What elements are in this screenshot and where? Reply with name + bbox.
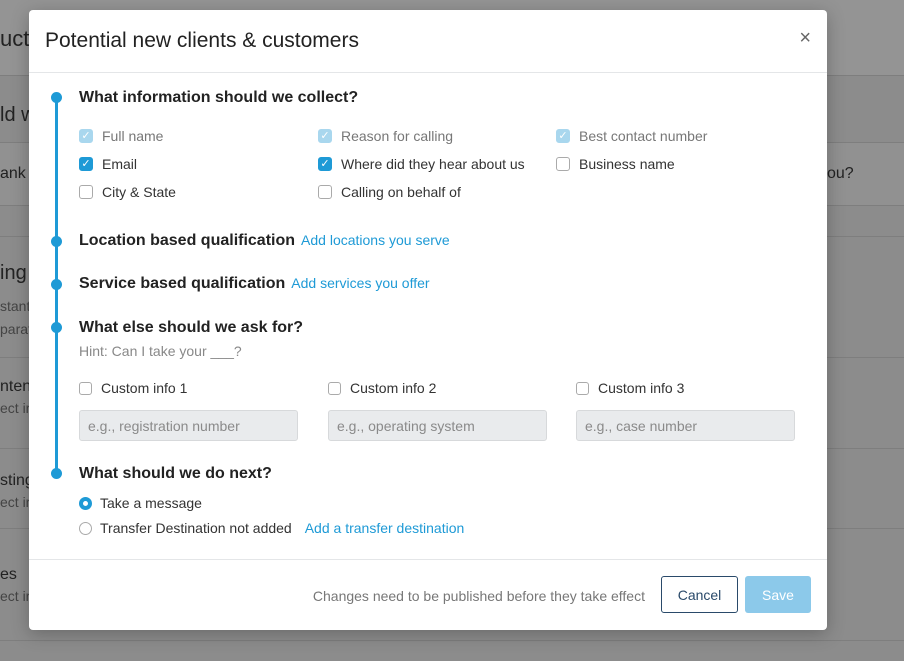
option-take-message[interactable]: Take a message — [79, 495, 202, 511]
bg-fragment: uct — [0, 26, 30, 51]
custom-info-1[interactable]: Custom info 1 — [79, 380, 187, 396]
checkbox-unchecked[interactable] — [576, 381, 589, 395]
section-title-next: What should we do next? — [79, 465, 272, 482]
bg-fragment: ou? — [827, 165, 854, 182]
custom-info-2[interactable]: Custom info 2 — [328, 380, 436, 396]
radio-label: Transfer Destination not added — [100, 520, 292, 536]
timeline-dot — [51, 322, 62, 333]
checkbox-checked[interactable]: ✓ — [318, 157, 332, 171]
section-service: Service based qualification Add services … — [79, 275, 430, 293]
radio-unselected[interactable] — [79, 521, 92, 535]
bg-fragment: ect ir — [0, 400, 31, 416]
section-title-ask: What else should we ask for? — [79, 319, 304, 336]
field-best-contact-number[interactable]: ✓ Best contact number — [556, 128, 707, 144]
timeline-dot — [51, 468, 62, 479]
custom-info-1-input[interactable] — [79, 410, 298, 441]
custom-info-2-input[interactable] — [328, 410, 547, 441]
publish-note: Changes need to be published before they… — [312, 588, 645, 604]
checkbox-label: Reason for calling — [341, 128, 454, 144]
modal-title: Potential new clients & customers — [45, 29, 359, 52]
checkbox-unchecked[interactable] — [79, 185, 93, 199]
checkbox-unchecked[interactable] — [556, 157, 570, 171]
option-transfer[interactable]: Transfer Destination not added Add a tra… — [79, 520, 464, 536]
checkbox-label: Where did they hear about us — [341, 156, 525, 172]
checkbox-unchecked[interactable] — [79, 381, 92, 395]
checkbox-label: Custom info 3 — [598, 380, 685, 396]
radio-label: Take a message — [100, 495, 202, 511]
checkbox-label: Email — [102, 156, 138, 172]
timeline-dot — [51, 236, 62, 247]
hint-text: Hint: Can I take your ___? — [79, 343, 242, 359]
field-full-name[interactable]: ✓ Full name — [79, 128, 163, 144]
section-location: Location based qualification Add location… — [79, 232, 450, 250]
section-title-location: Location based qualification — [79, 232, 296, 249]
bg-fragment: es — [0, 566, 17, 583]
modal-dialog: Potential new clients & customers × What… — [29, 10, 827, 630]
bg-fragment: ing — [0, 262, 27, 284]
field-where-did-they-hear[interactable]: ✓ Where did they hear about us — [318, 156, 525, 172]
radio-selected[interactable] — [79, 496, 92, 510]
field-city-state[interactable]: City & State — [79, 184, 176, 200]
field-calling-on-behalf-of[interactable]: Calling on behalf of — [318, 184, 461, 200]
bg-fragment: ect ir — [0, 494, 31, 510]
close-icon[interactable]: × — [799, 28, 811, 48]
field-business-name[interactable]: Business name — [556, 156, 675, 172]
bg-divider — [0, 640, 904, 641]
bg-fragment: stant — [0, 298, 31, 314]
checkbox-unchecked[interactable] — [328, 381, 341, 395]
checkbox-checked-disabled[interactable]: ✓ — [318, 129, 332, 143]
field-email[interactable]: ✓ Email — [79, 156, 137, 172]
custom-info-3-input[interactable] — [576, 410, 795, 441]
bg-fragment: ect ir — [0, 588, 31, 604]
checkbox-label: Custom info 2 — [350, 380, 437, 396]
checkbox-label: Calling on behalf of — [341, 184, 461, 200]
bg-fragment: parat — [0, 321, 32, 337]
timeline-dot — [51, 279, 62, 290]
section-title-service: Service based qualification — [79, 275, 286, 292]
add-locations-link[interactable]: Add locations you serve — [301, 232, 450, 248]
custom-info-3[interactable]: Custom info 3 — [576, 380, 684, 396]
checkbox-checked[interactable]: ✓ — [79, 157, 93, 171]
checkbox-label: Business name — [579, 156, 675, 172]
checkbox-label: Best contact number — [579, 128, 708, 144]
checkbox-label: City & State — [102, 184, 176, 200]
cancel-button[interactable]: Cancel — [661, 576, 738, 613]
add-services-link[interactable]: Add services you offer — [291, 275, 429, 291]
modal-header: Potential new clients & customers × — [29, 10, 827, 73]
checkbox-label: Custom info 1 — [101, 380, 188, 396]
checkbox-checked-disabled[interactable]: ✓ — [556, 129, 570, 143]
checkbox-unchecked[interactable] — [318, 185, 332, 199]
timeline-dot — [51, 92, 62, 103]
save-button[interactable]: Save — [745, 576, 811, 613]
modal-footer: Changes need to be published before they… — [29, 559, 827, 631]
checkbox-checked-disabled[interactable]: ✓ — [79, 129, 93, 143]
add-transfer-destination-link[interactable]: Add a transfer destination — [305, 520, 465, 536]
field-reason-for-calling[interactable]: ✓ Reason for calling — [318, 128, 453, 144]
checkbox-label: Full name — [102, 128, 164, 144]
section-title-collect: What information should we collect? — [79, 89, 359, 106]
